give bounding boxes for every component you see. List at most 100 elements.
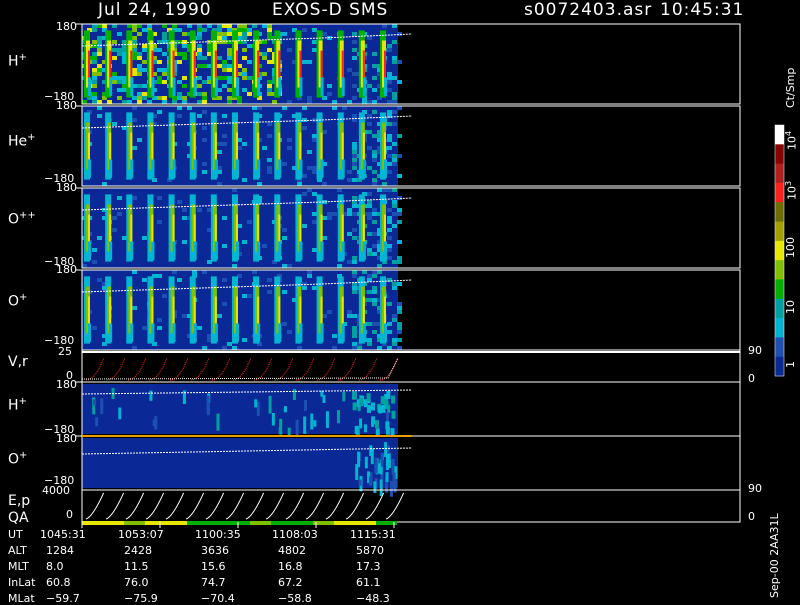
- lower-spectrogram-cell: [385, 472, 389, 482]
- lower-spectrogram-cell: [364, 424, 368, 433]
- spectrogram-cell: [92, 60, 97, 64]
- spectrogram-cell: [222, 346, 227, 350]
- footer-cell: 3636: [201, 544, 229, 557]
- burst-tail: [214, 323, 218, 342]
- burst-core: [172, 132, 175, 160]
- spectrogram-cell: [242, 24, 247, 28]
- spectrogram-cell: [247, 76, 252, 80]
- spectrogram-cell: [392, 60, 397, 64]
- lower-spectrogram-cell: [381, 404, 386, 413]
- spectrogram-cell: [97, 106, 102, 110]
- spectrogram-cell: [217, 36, 222, 40]
- burst-core: [88, 214, 90, 242]
- spectrogram-cell: [247, 32, 252, 36]
- spectrogram-cell: [92, 28, 97, 32]
- burst-core: [130, 132, 133, 160]
- spectrogram-cell: [247, 294, 252, 298]
- burst-tail: [88, 323, 91, 342]
- panel-label-opp: O++: [8, 210, 36, 228]
- spectrogram-cell: [397, 310, 402, 314]
- burst-core: [193, 214, 196, 242]
- spectrogram-cell: [352, 162, 357, 166]
- spectrogram-cell: [122, 100, 127, 104]
- range-trace: [81, 357, 399, 380]
- spectrogram-cell: [367, 200, 372, 204]
- spectrogram-cell: [227, 76, 232, 80]
- spectrogram-cell: [397, 282, 402, 286]
- spectrogram-cell: [392, 342, 397, 346]
- spectrogram-cell: [142, 68, 147, 72]
- spectrogram-cell: [327, 92, 332, 96]
- spectrogram-cell: [222, 142, 227, 146]
- spectrogram-cell: [182, 84, 187, 88]
- spectrogram-cell: [202, 138, 207, 142]
- velocity-trace: [127, 357, 147, 381]
- panel-label-he: He+: [8, 132, 36, 150]
- lower-spectrogram-cell: [295, 419, 299, 436]
- spectrogram-cell: [227, 52, 232, 56]
- spectrogram-cell: [177, 278, 182, 282]
- spectrogram-cell: [112, 24, 117, 28]
- burst-core: [299, 50, 302, 78]
- burst-core: [151, 132, 154, 160]
- burst-tail: [278, 77, 282, 96]
- footer-cell: 5870: [356, 544, 384, 557]
- spectrogram-cell: [392, 338, 397, 342]
- colorbar-unit: Ct/Smp: [784, 67, 797, 108]
- spectrogram-cell: [117, 80, 122, 84]
- spectrogram-cell: [162, 294, 167, 298]
- spectrogram-cell: [312, 212, 317, 216]
- spectrogram-cell: [242, 48, 247, 52]
- burst-core: [384, 132, 386, 160]
- lower-spectrogram-cell: [118, 407, 122, 420]
- spectrogram-cell: [372, 270, 377, 274]
- spectrogram-cell: [362, 270, 367, 274]
- burst-core: [320, 296, 323, 324]
- spectrogram-cell: [157, 96, 162, 100]
- burst-core: [130, 296, 133, 324]
- spectrogram-cell: [352, 330, 357, 334]
- burst-tail: [384, 323, 387, 342]
- spectrogram-cell: [227, 64, 232, 68]
- spectrogram-cell: [397, 306, 402, 310]
- ytick-vr-top: 25: [58, 345, 72, 358]
- lower-spectrogram-cell: [380, 457, 384, 467]
- ytick-ep-bottom: 0: [66, 508, 73, 521]
- spectrogram-cell: [387, 76, 392, 80]
- footer-row-label: MLT: [8, 560, 29, 573]
- spectrogram-cell: [392, 92, 397, 96]
- spectrogram-cell: [92, 100, 97, 104]
- burst-core: [88, 132, 90, 160]
- lower-spectrogram-cell: [283, 406, 287, 413]
- spectrogram-cell: [372, 88, 377, 92]
- spectrogram-cell: [352, 178, 357, 182]
- spectrogram-cell: [267, 32, 272, 36]
- spectrogram-cell: [387, 322, 392, 326]
- lower-spectrogram-cell: [336, 410, 340, 424]
- burst-tail: [341, 159, 345, 178]
- spectrogram-cell: [312, 166, 317, 170]
- spectrogram-cell: [112, 56, 117, 60]
- spectrogram-cell: [377, 346, 382, 350]
- lower-spectrogram-cell: [370, 402, 375, 411]
- burst-tail: [384, 77, 387, 96]
- spectrogram-cell: [352, 270, 357, 274]
- burst-core: [214, 296, 217, 324]
- qa-segment: [334, 521, 355, 525]
- spectrogram-cell: [202, 270, 207, 274]
- spectrogram-cell: [397, 346, 402, 350]
- spectrogram-cell: [142, 326, 147, 330]
- spectrogram-cell: [367, 248, 372, 252]
- burst-tail: [278, 159, 282, 178]
- spectrogram-cell: [177, 106, 182, 110]
- spectrogram-cell: [367, 322, 372, 326]
- spectrogram-cell: [392, 96, 397, 100]
- spectrogram-cell: [352, 150, 357, 154]
- ytick-opp-top: 180: [56, 181, 77, 194]
- burst-tail: [299, 77, 303, 96]
- spectrogram-cell: [227, 48, 232, 52]
- spectrogram-cell: [352, 196, 357, 200]
- spectrogram-cell: [157, 318, 162, 322]
- spectrogram-cell: [227, 342, 232, 346]
- spectrogram-cell: [182, 314, 187, 318]
